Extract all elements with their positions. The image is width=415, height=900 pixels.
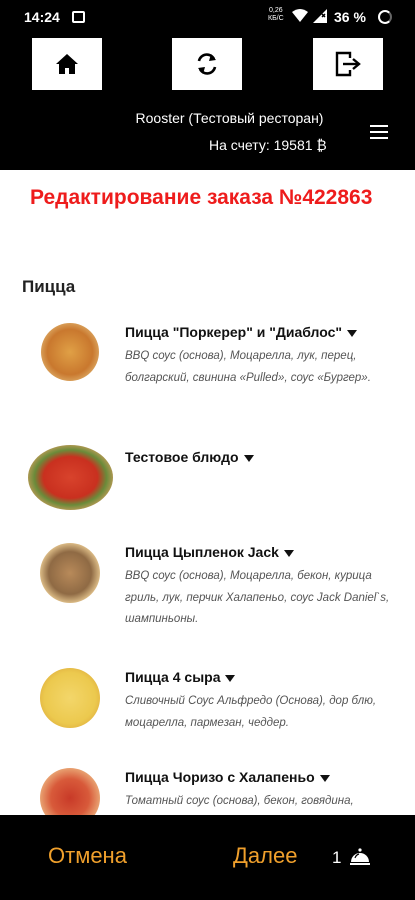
hamburger-menu-icon[interactable]: [370, 125, 388, 141]
item-name-text: Тестовое блюдо: [125, 449, 239, 465]
refresh-icon: [197, 53, 217, 75]
cancel-button[interactable]: Отмена: [48, 843, 127, 869]
pizza-image: [40, 668, 100, 728]
next-button[interactable]: Далее: [233, 843, 297, 869]
item-name[interactable]: Тестовое блюдо: [125, 449, 254, 465]
expand-caret-icon[interactable]: [283, 549, 294, 557]
expand-caret-icon[interactable]: [319, 774, 330, 782]
list-item[interactable]: Пицца "Поркерер" и "Диаблос" BBQ соус (о…: [0, 320, 415, 430]
restaurant-name-text: Rooster (Тестовый ресторан): [135, 110, 324, 126]
item-description: BBQ соус (основа), Моцарелла, лук, перец…: [125, 350, 371, 384]
home-button[interactable]: [32, 38, 102, 90]
list-item[interactable]: Тестовое блюдо: [0, 445, 415, 515]
item-description: Томатный соус (основа), бекон, говядина,: [125, 795, 354, 807]
list-item[interactable]: Пицца 4 сыра Сливочный Соус Альфредо (Ос…: [0, 665, 415, 755]
pizza-image: [40, 543, 100, 603]
serving-cloche-icon[interactable]: [349, 845, 371, 867]
cart-count: 1: [332, 848, 342, 867]
item-name[interactable]: Пицца Цыпленок Jack: [125, 544, 294, 560]
status-time: 14:24: [24, 9, 60, 25]
item-name-text: Пицца Чоризо с Халапеньо: [125, 769, 315, 785]
battery-ring-icon: [378, 10, 392, 24]
account-balance: На счету: 19581 ₿: [209, 137, 327, 153]
item-name[interactable]: Пицца Чоризо с Халапеньо: [125, 769, 330, 785]
list-item[interactable]: Пицца Цыпленок Jack BBQ соус (основа), М…: [0, 540, 415, 650]
expand-caret-icon[interactable]: [243, 454, 254, 462]
item-name-text: Пицца Цыпленок Jack: [125, 544, 279, 560]
item-name[interactable]: Пицца 4 сыра: [125, 669, 236, 685]
list-item[interactable]: Пицца Чоризо с Халапеньо Томатный соус (…: [0, 765, 415, 828]
app-header: 14:24 0,26 КБ/С 36 % Rooster (Тестовый р…: [0, 0, 415, 170]
expand-caret-icon[interactable]: [347, 329, 358, 337]
order-title: Редактирование заказа №422863: [30, 186, 373, 209]
refresh-button[interactable]: [172, 38, 242, 90]
signal-icon: [313, 9, 327, 23]
item-name-text: Пицца 4 сыра: [125, 669, 221, 685]
item-name[interactable]: Пицца "Поркерер" и "Диаблос": [125, 324, 358, 340]
status-bar: 14:24 0,26 КБ/С 36 %: [0, 0, 415, 34]
pizza-image: [41, 323, 99, 381]
gallery-notification-icon: [72, 11, 85, 23]
pizza-image: [28, 445, 113, 510]
item-name-text: Пицца "Поркерер" и "Диаблос": [125, 324, 343, 340]
wifi-icon: [292, 9, 308, 22]
net-speed-unit: КБ/С: [268, 15, 284, 22]
section-title: Пицца: [22, 277, 76, 296]
restaurant-name: Rooster (Тестовый ресторан): [0, 110, 415, 126]
battery-level: 36 %: [334, 9, 366, 25]
expand-caret-icon[interactable]: [225, 674, 236, 682]
net-speed: 0,26 КБ/С: [268, 7, 284, 23]
logout-button[interactable]: [313, 38, 383, 90]
logout-icon: [335, 51, 361, 77]
item-description: Сливочный Соус Альфредо (Основа), дор бл…: [125, 695, 377, 729]
net-speed-value: 0,26: [269, 7, 283, 14]
item-description: BBQ соус (основа), Моцарелла, бекон, кур…: [125, 570, 390, 625]
home-icon: [56, 54, 78, 74]
